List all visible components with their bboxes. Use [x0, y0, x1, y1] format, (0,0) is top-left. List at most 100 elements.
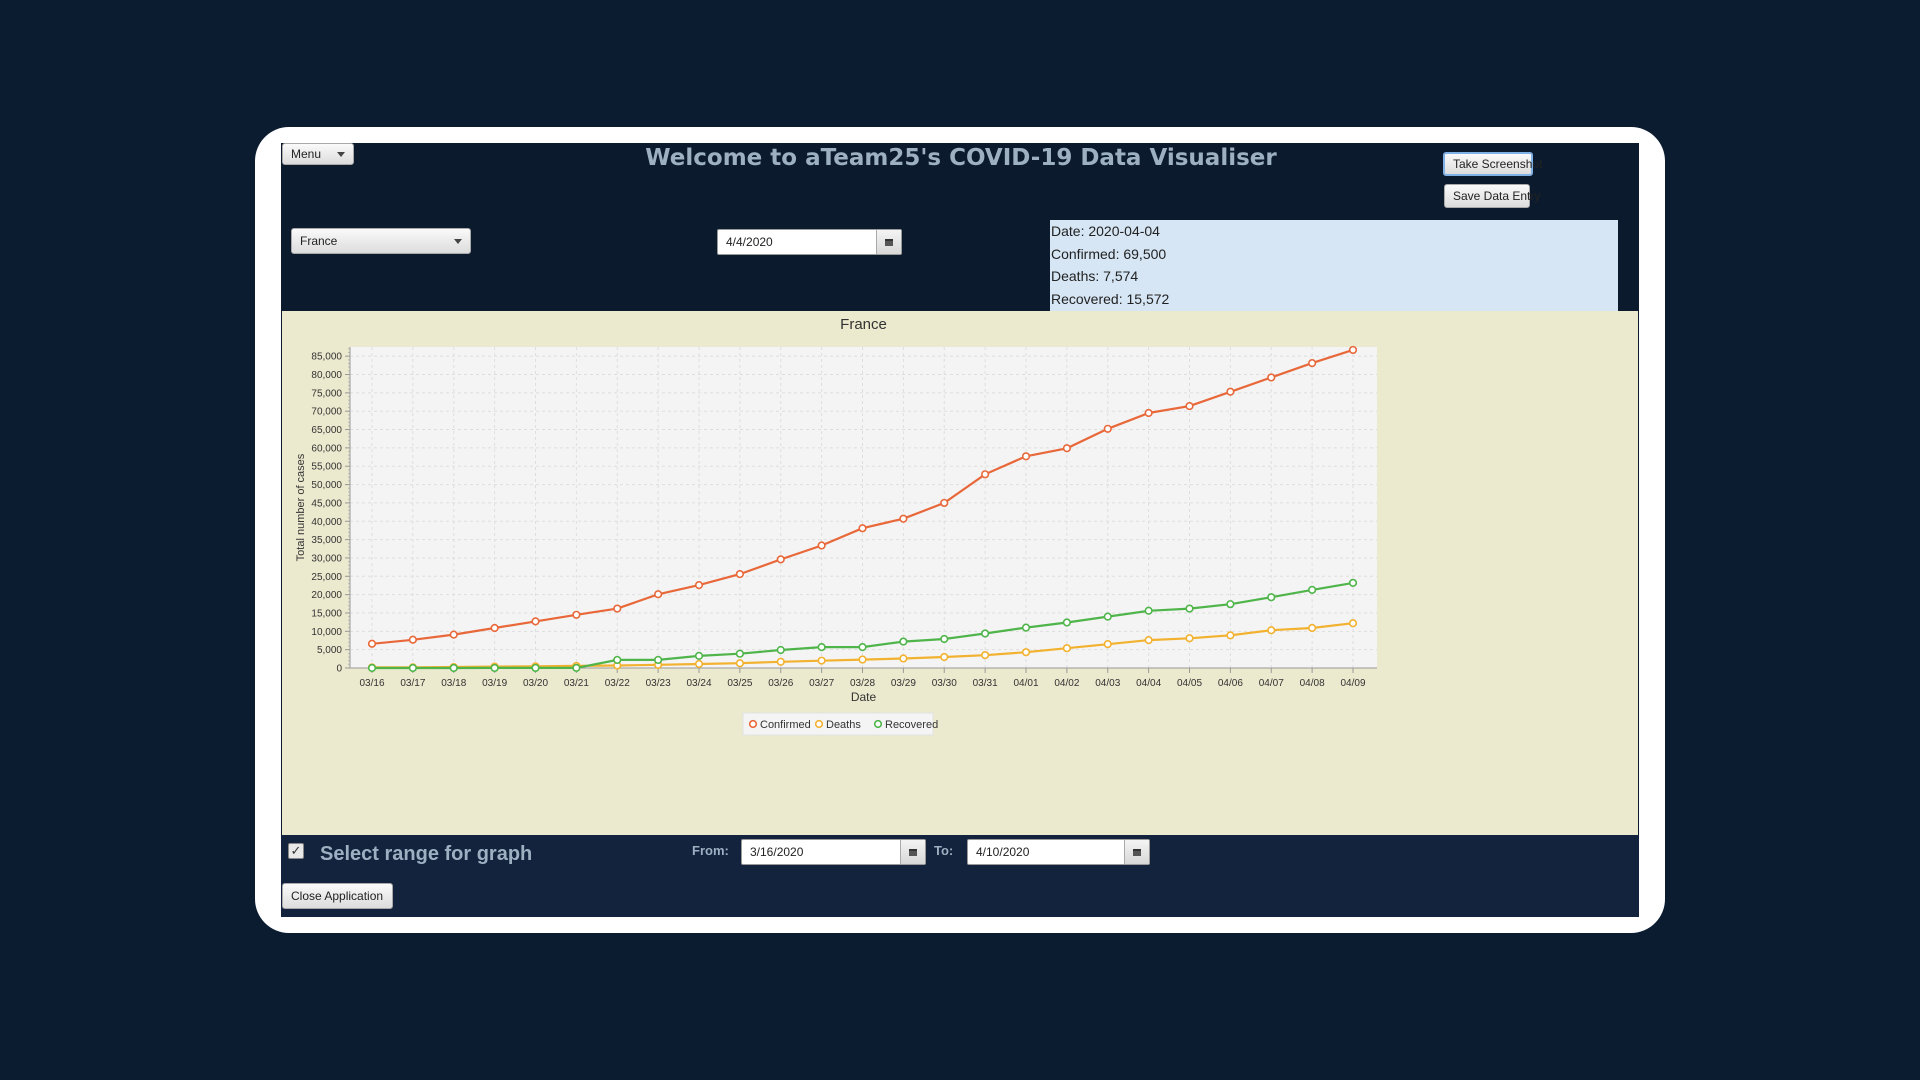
- save-data-entry-button[interactable]: Save Data Entry: [1444, 184, 1540, 208]
- close-application-label: Close Application: [291, 889, 384, 903]
- x-tick-label: 03/23: [646, 678, 671, 689]
- x-tick-label: 03/30: [932, 678, 957, 689]
- data-point-confirmed: [981, 470, 990, 479]
- data-point-recovered: [694, 651, 704, 660]
- date-picker[interactable]: 4/4/2020: [717, 229, 902, 255]
- y-tick-label: 30,000: [311, 553, 342, 564]
- y-axis-label: Total number of cases: [295, 453, 307, 561]
- data-point-deaths: [940, 652, 949, 662]
- range-label: Select range for graph: [320, 843, 533, 865]
- x-tick-label: 04/09: [1340, 678, 1365, 689]
- y-tick-label: 70,000: [311, 407, 342, 418]
- data-point-confirmed: [367, 639, 377, 648]
- chart-area: France 0 5,000 10,000 15,000 20,000 25,000 30,0…: [282, 311, 1638, 835]
- x-tick-label: 03/17: [400, 678, 425, 689]
- x-tick-label: 03/18: [441, 678, 466, 689]
- data-point-deaths: [1185, 634, 1194, 643]
- data-point-deaths: [981, 651, 990, 660]
- y-tick-label: 40,000: [311, 517, 342, 528]
- from-label: From:: [692, 843, 729, 858]
- to-date-value: 4/10/2020: [976, 845, 1030, 859]
- from-date-value: 3/16/2020: [750, 845, 804, 859]
- country-select[interactable]: France: [291, 228, 471, 254]
- y-tick-label: 80,000: [311, 370, 342, 381]
- chevron-down-icon: [337, 152, 345, 157]
- x-tick-label: 04/08: [1300, 678, 1325, 689]
- y-tick-label: 20,000: [311, 590, 342, 601]
- data-point-deaths: [899, 654, 908, 663]
- data-point-confirmed: [1348, 345, 1358, 355]
- x-tick-label: 03/19: [482, 678, 507, 689]
- x-tick-label: 04/06: [1218, 678, 1243, 689]
- x-tick-label: 03/22: [605, 678, 630, 689]
- data-point-deaths: [735, 659, 744, 668]
- legend-label-deaths: Deaths: [826, 719, 861, 731]
- data-point-recovered: [858, 642, 867, 652]
- x-tick-label: 04/03: [1095, 678, 1120, 689]
- data-point-confirmed: [1144, 408, 1153, 418]
- legend-marker-deaths: [814, 719, 824, 729]
- y-tick-label: 35,000: [311, 535, 342, 546]
- data-point-recovered: [1144, 606, 1153, 615]
- data-point-confirmed: [1308, 359, 1317, 368]
- data-point-recovered: [1185, 604, 1194, 613]
- y-tick-label: 65,000: [311, 425, 342, 436]
- take-screenshot-button[interactable]: Take Screenshot: [1443, 152, 1542, 176]
- data-point-recovered: [572, 663, 581, 672]
- data-point-confirmed: [531, 617, 540, 626]
- data-point-confirmed: [858, 524, 867, 533]
- calendar-icon[interactable]: [900, 840, 925, 864]
- data-point-recovered: [1267, 593, 1276, 602]
- to-date-picker[interactable]: 4/10/2020: [967, 839, 1150, 865]
- y-tick-label: 85,000: [311, 352, 342, 363]
- y-tick-label: 15,000: [311, 608, 342, 619]
- data-point-deaths: [1226, 631, 1235, 640]
- data-point-recovered: [1062, 618, 1071, 627]
- legend-label-confirmed: Confirmed: [760, 719, 811, 731]
- date-picker-value: 4/4/2020: [726, 235, 773, 249]
- data-point-recovered: [654, 655, 663, 665]
- data-point-confirmed: [1103, 424, 1112, 433]
- data-point-recovered: [531, 663, 540, 673]
- data-point-recovered: [367, 663, 377, 673]
- y-tick-label: 5,000: [317, 645, 342, 656]
- x-tick-label: 03/26: [768, 678, 793, 689]
- line-chart: France 0 5,000 10,000 15,000 20,000 25,000 30,0…: [295, 316, 1377, 736]
- info-panel: Date: 2020-04-04 Confirmed: 69,500 Death…: [1050, 220, 1618, 312]
- x-tick-label: 03/21: [564, 678, 589, 689]
- y-tick-label: 55,000: [311, 462, 342, 473]
- data-point-confirmed: [572, 610, 581, 619]
- data-point-confirmed: [776, 555, 785, 564]
- data-point-confirmed: [1062, 444, 1071, 453]
- data-point-confirmed: [1021, 452, 1031, 461]
- calendar-icon[interactable]: [876, 230, 901, 254]
- data-point-recovered: [1103, 612, 1112, 621]
- data-point-recovered: [817, 642, 826, 652]
- data-point-recovered: [981, 629, 990, 638]
- close-application-button[interactable]: Close Application: [282, 883, 393, 909]
- data-point-confirmed: [1185, 401, 1194, 411]
- data-point-deaths: [1103, 640, 1112, 649]
- x-tick-label: 03/25: [727, 678, 752, 689]
- data-point-recovered: [899, 637, 908, 646]
- x-tick-label: 04/01: [1013, 678, 1038, 689]
- y-tick-label: 45,000: [311, 498, 342, 509]
- from-date-picker[interactable]: 3/16/2020: [741, 839, 926, 865]
- data-point-confirmed: [1226, 387, 1235, 396]
- x-axis-label: Date: [851, 690, 877, 704]
- to-label: To:: [934, 843, 954, 858]
- calendar-icon[interactable]: [1124, 840, 1149, 864]
- data-point-recovered: [490, 663, 499, 673]
- x-tick-label: 03/24: [686, 678, 711, 689]
- data-point-confirmed: [490, 623, 499, 633]
- legend-marker-recovered: [873, 719, 883, 729]
- range-checkbox[interactable]: ✓: [288, 843, 304, 859]
- x-tick-label: 03/28: [850, 678, 875, 689]
- menu-button[interactable]: Menu: [282, 143, 354, 165]
- info-date: Date: 2020-04-04: [1051, 223, 1160, 239]
- data-point-recovered: [613, 655, 622, 665]
- data-point-confirmed: [694, 580, 704, 590]
- x-tick-label: 03/29: [891, 678, 916, 689]
- x-tick-label: 04/05: [1177, 678, 1202, 689]
- data-point-deaths: [694, 659, 704, 669]
